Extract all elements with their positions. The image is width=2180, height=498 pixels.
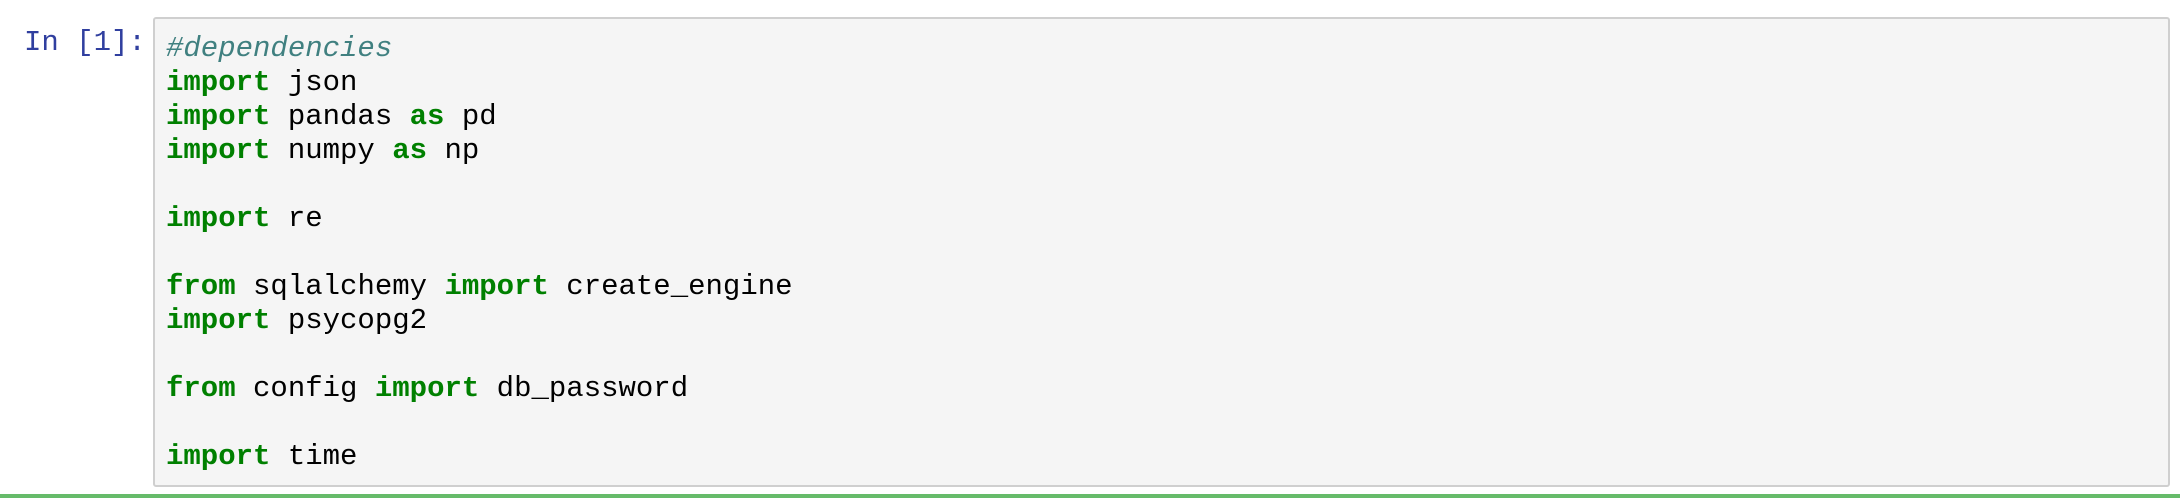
code-line: import pandas as pd: [166, 100, 793, 134]
code-keyword: import: [166, 440, 271, 473]
code-line: from config import db_password: [166, 372, 793, 406]
code-line: import numpy as np: [166, 134, 793, 168]
code-identifier: numpy: [270, 134, 393, 167]
code-line: from sqlalchemy import create_engine: [166, 270, 793, 304]
code-identifier: json: [270, 66, 358, 99]
code-keyword: from: [166, 270, 236, 303]
code-identifier: pd: [444, 100, 497, 133]
code-keyword: import: [444, 270, 549, 303]
code-keyword: as: [392, 134, 428, 167]
code-keyword: import: [166, 304, 271, 337]
code-identifier: sqlalchemy: [235, 270, 445, 303]
code-identifier: create_engine: [548, 270, 793, 303]
code-identifier: pandas: [270, 100, 410, 133]
cell-selection-rule: [0, 494, 2180, 498]
code-keyword: import: [166, 134, 271, 167]
code-comment: #dependencies: [166, 32, 393, 65]
code-line: import json: [166, 66, 793, 100]
code-keyword: from: [166, 372, 236, 405]
code-cell[interactable]: In [1]: #dependencies import json import p…: [0, 0, 2180, 498]
code-keyword: import: [166, 100, 271, 133]
code-identifier: np: [427, 134, 480, 167]
code-line: import psycopg2: [166, 304, 793, 338]
code-identifier: time: [270, 440, 358, 473]
code-keyword: import: [166, 202, 271, 235]
code-editor[interactable]: #dependencies import json import pandas as…: [153, 17, 2170, 487]
code-text[interactable]: #dependencies import json import pandas as…: [166, 32, 793, 474]
code-identifier: db_password: [479, 372, 689, 405]
input-prompt: In [1]:: [24, 26, 146, 59]
code-keyword: as: [409, 100, 445, 133]
code-keyword: import: [166, 66, 271, 99]
code-keyword: import: [374, 372, 480, 405]
code-line: import re: [166, 202, 793, 236]
code-line: #dependencies: [166, 32, 793, 66]
code-line: import time: [166, 440, 793, 474]
code-identifier: psycopg2: [270, 304, 428, 337]
code-identifier: config: [235, 372, 375, 405]
code-identifier: re: [270, 202, 323, 235]
